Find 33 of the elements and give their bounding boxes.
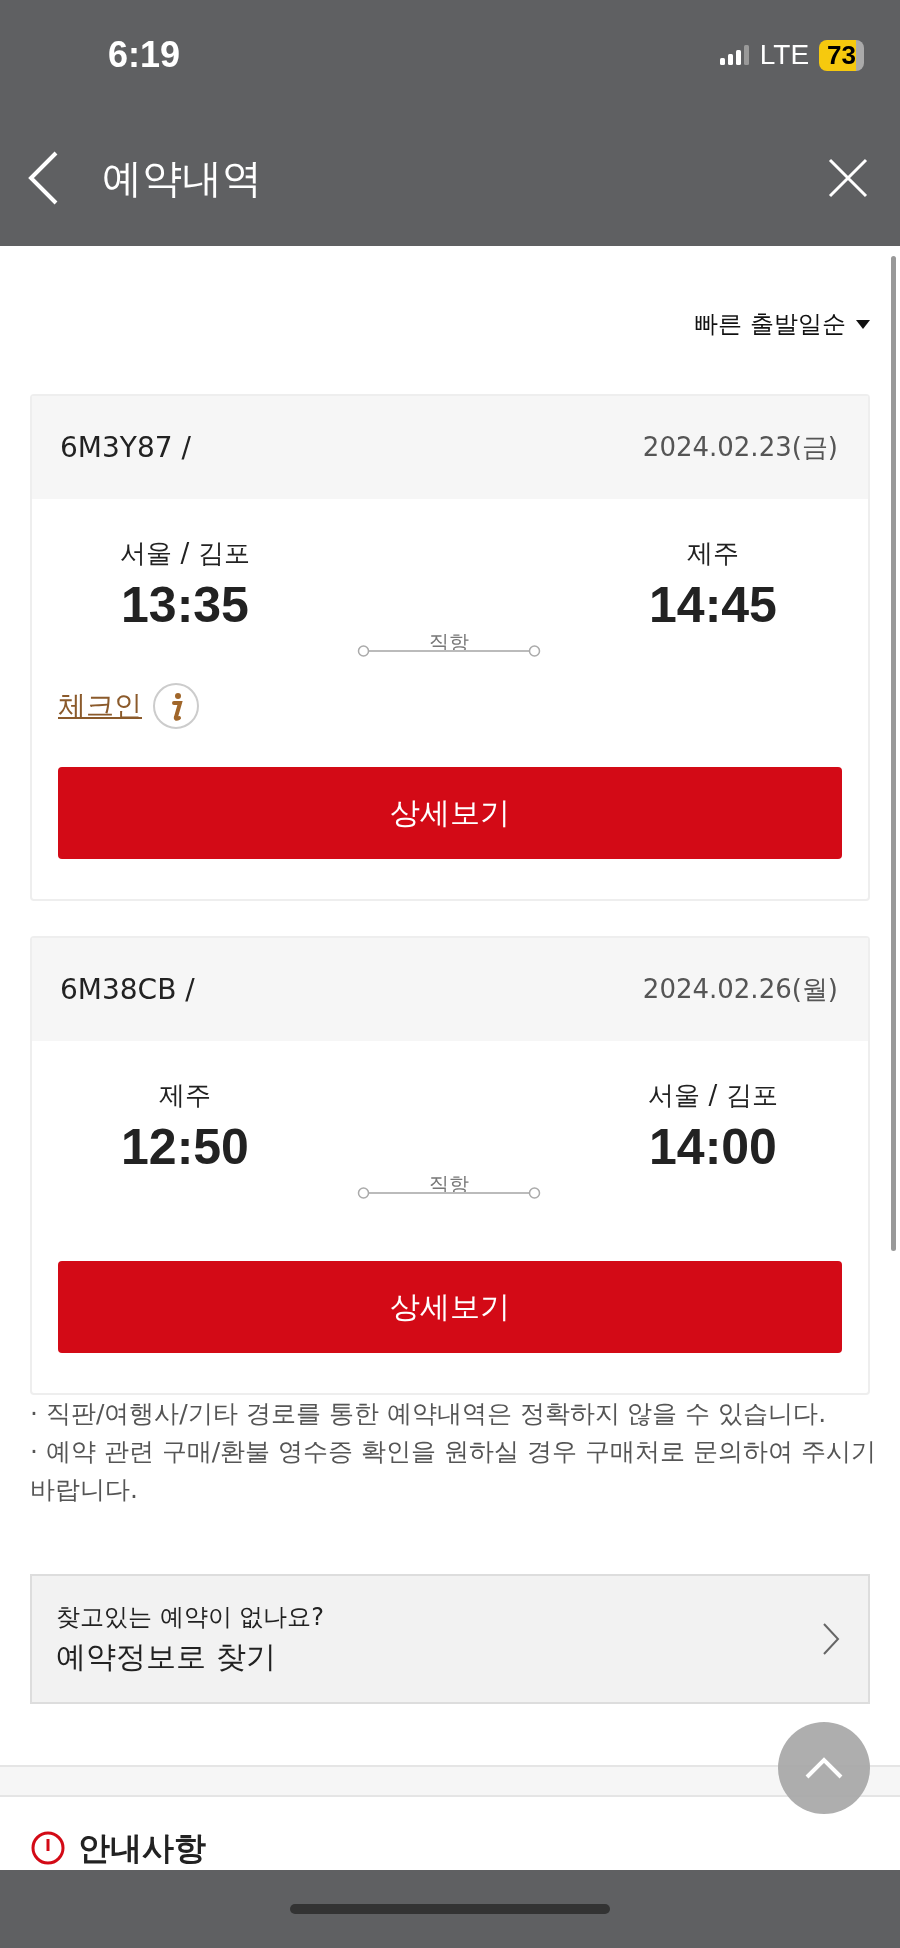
checkin-link[interactable]: 체크인 <box>58 687 142 725</box>
departure-city: 서울 / 김포 <box>120 537 250 570</box>
booking-code: 6M3Y87 / <box>60 431 191 464</box>
arrival-time: 14:00 <box>649 1118 777 1177</box>
arrival-city: 제주 <box>687 537 739 570</box>
flight-date: 2024.02.23(금) <box>642 431 838 464</box>
notice-text: · 직판/여행사/기타 경로를 통한 예약내역은 정확하지 않을 수 있습니다. <box>30 1398 828 1430</box>
departure-time: 12:50 <box>121 1118 249 1177</box>
arrival-time: 14:45 <box>649 576 777 635</box>
find-link: 예약정보로 찾기 <box>56 1637 277 1676</box>
booking-code: 6M38CB / <box>60 973 195 1006</box>
notice-text: · 예약 관련 구매/환불 영수증 확인을 원하실 경우 구매처로 문의하여 주시기 바랍니다. <box>30 1436 877 1506</box>
section-title: 안내사항 <box>78 1829 206 1867</box>
flight-date: 2024.02.26(월) <box>642 973 838 1006</box>
close-icon[interactable] <box>828 158 868 198</box>
sort-dropdown[interactable]: 빠른 출발일순 <box>694 309 870 339</box>
departure-city: 제주 <box>159 1079 211 1112</box>
chevron-right-icon <box>822 1622 840 1656</box>
departure-time: 13:35 <box>121 576 249 635</box>
page-title: 예약내역 <box>102 153 263 203</box>
info-icon[interactable] <box>152 682 200 730</box>
battery-indicator: 73 <box>819 39 864 71</box>
alert-icon <box>30 1830 66 1866</box>
detail-button[interactable]: 상세보기 <box>58 1261 842 1353</box>
back-icon[interactable] <box>28 151 58 205</box>
signal-icon <box>719 45 750 65</box>
find-question: 찾고있는 예약이 없나요? <box>56 1601 324 1633</box>
status-time: 6:19 <box>108 34 181 76</box>
detail-button[interactable]: 상세보기 <box>58 767 842 859</box>
chevron-up-icon <box>804 1756 844 1780</box>
arrival-city: 서울 / 김포 <box>648 1079 778 1112</box>
network-label: LTE <box>759 39 810 71</box>
find-reservation-panel[interactable]: 찾고있는 예약이 없나요? 예약정보로 찾기 <box>30 1574 870 1704</box>
